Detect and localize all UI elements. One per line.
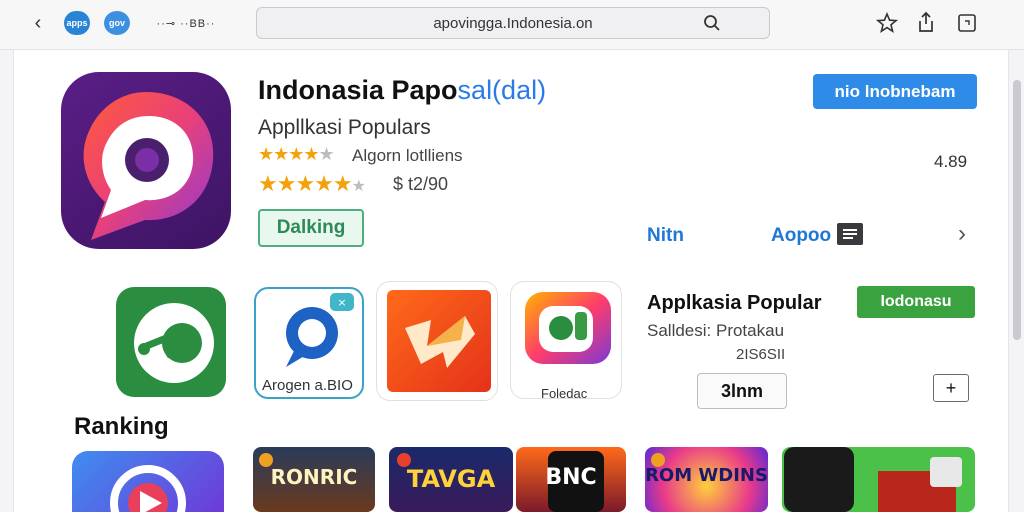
install-button[interactable]: Iodonasu [857,286,975,318]
app-label: Foledac [541,386,588,399]
chevron-right-icon[interactable]: › [958,220,966,248]
tab-strip[interactable]: ··⊸ ··BB·· [136,14,236,32]
ranking-card[interactable]: BNC [516,447,626,512]
ranking-card[interactable]: RONRIC [253,447,375,512]
tabs-icon[interactable] [957,13,977,33]
featured-count: 2IS6SII [736,346,786,363]
scrollbar-thumb[interactable] [1013,80,1021,340]
search-icon[interactable] [703,14,721,32]
rating-stars-large: ★★★★★★ [258,171,366,196]
play-circle-icon [110,465,186,512]
open-button[interactable]: 3lnm [697,373,787,409]
card-title: BNC [545,465,597,490]
rainbow-chat-icon [525,292,611,364]
address-bar[interactable]: apovingga.Indonesia.on [256,7,770,39]
app-title: Indonasia Paposal(dal) [258,75,546,106]
site-badge-2-icon[interactable]: gov [104,11,130,35]
green-chat-icon [134,303,214,383]
scrollbar[interactable] [1008,50,1024,512]
ranking-heading: Ranking [74,413,169,440]
browser-toolbar: ‹ apps gov ··⊸ ··BB·· apovingga.Indonesi… [0,0,1024,50]
blue-chat-icon: × [286,293,354,367]
card-title: TAVGA [406,465,496,493]
ranking-app-icon[interactable] [72,451,224,512]
card-title: RONRIC [270,465,358,489]
phone-image [784,447,854,512]
svg-text:×: × [337,296,346,309]
app-subtitle: Appllkasi Populars [258,116,431,139]
app-tile-rainbow[interactable]: Foledac [510,281,622,399]
app-title-suffix: sal(dal) [457,75,547,105]
orange-app-icon [387,290,491,392]
folded-paper-icon [405,316,475,368]
app-tile-orange[interactable] [376,281,498,401]
get-button[interactable]: Dalking [258,209,364,247]
ranking-card[interactable] [782,447,975,512]
version-text: 4.89 [934,152,968,171]
menu-list-icon[interactable] [837,223,863,245]
chat-bubble-logo-icon [83,92,214,240]
left-gutter [0,50,14,512]
box-face-image [930,457,962,487]
rating-stars: ★★★★★ [258,144,335,164]
primary-action-button[interactable]: nio lnobnebam [813,74,977,109]
star-bookmark-icon[interactable] [876,12,898,34]
app-tile-green[interactable] [116,287,226,397]
share-icon[interactable] [916,11,936,33]
back-icon[interactable]: ‹ [28,12,48,34]
featured-subtitle: Salldesi: Protakau [647,321,785,340]
address-text: apovingga.Indonesia.on [433,15,593,32]
app-tile-blue[interactable]: × Arogen a.BIO [254,287,364,399]
price-text: $ t2/90 [393,174,449,194]
app-label: Arogen a.BIO [262,377,353,394]
add-button[interactable]: + [933,374,969,402]
site-badge-icon[interactable]: apps [64,11,90,35]
card-title: ROM WDINS [645,465,768,486]
app-icon[interactable] [61,72,231,249]
link-aopoo[interactable]: Aopoo [771,225,831,247]
link-nitn[interactable]: Nitn [647,225,684,247]
featured-title: Applkasia Popular [647,292,822,314]
app-title-main: Indonasia Papo [258,75,458,105]
ranking-card[interactable]: TAVGA [389,447,513,512]
ranking-card[interactable]: ROM WDINS [645,447,768,512]
rating-text: Algorn lotlliens [352,146,463,165]
